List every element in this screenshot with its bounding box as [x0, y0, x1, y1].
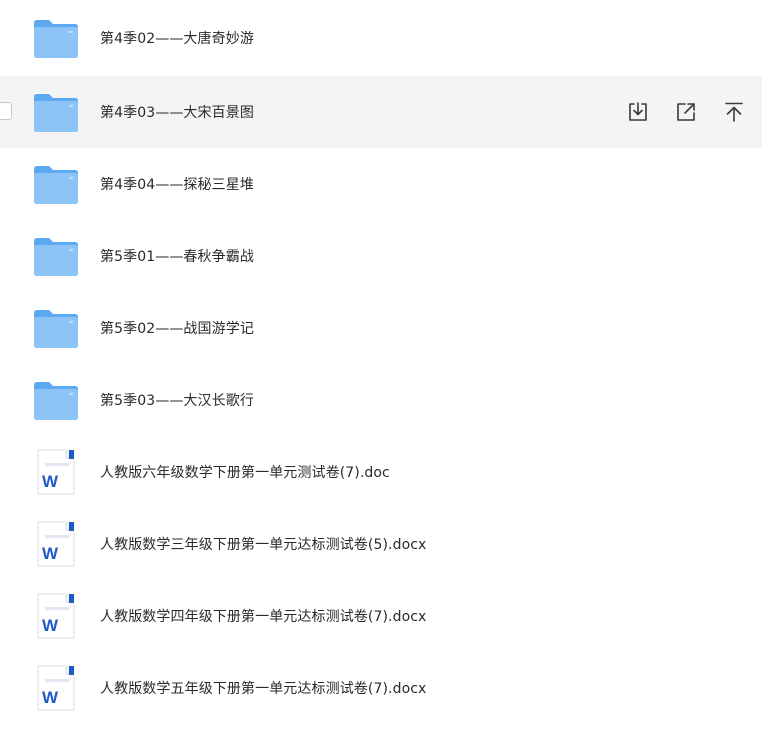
- file-name[interactable]: 第5季02——战国游学记: [100, 318, 254, 338]
- file-list: 第4季02——大唐奇妙游 第4季03——大宋百景图 第4季04——探秘三星堆 第…: [0, 1, 762, 738]
- file-name[interactable]: 第4季03——大宋百景图: [100, 102, 254, 122]
- file-row-word[interactable]: W 人教版六年级数学下册第一单元测试卷(7).doc: [0, 436, 762, 508]
- file-name[interactable]: 人教版六年级数学下册第一单元测试卷(7).doc: [100, 462, 390, 482]
- pin-top-icon[interactable]: [720, 98, 748, 126]
- file-name[interactable]: 第4季02——大唐奇妙游: [100, 28, 254, 48]
- file-name[interactable]: 人教版数学三年级下册第一单元达标测试卷(5).docx: [100, 534, 426, 554]
- folder-icon: [33, 16, 79, 60]
- row-actions: [624, 98, 748, 126]
- file-name[interactable]: 人教版数学五年级下册第一单元达标测试卷(7).docx: [100, 678, 426, 698]
- file-row-folder[interactable]: 第4季02——大唐奇妙游: [0, 1, 762, 76]
- svg-text:W: W: [42, 616, 59, 635]
- word-doc-icon: W: [33, 449, 79, 495]
- file-row-folder[interactable]: 第5季03——大汉长歌行: [0, 364, 762, 436]
- file-name[interactable]: 第4季04——探秘三星堆: [100, 174, 254, 194]
- word-doc-icon: W: [33, 665, 79, 711]
- download-icon[interactable]: [624, 98, 652, 126]
- word-doc-icon: W: [33, 521, 79, 567]
- folder-icon: [33, 378, 79, 422]
- file-row-word[interactable]: W 人教版数学四年级下册第一单元达标测试卷(7).docx: [0, 580, 762, 652]
- file-row-folder[interactable]: 第4季04——探秘三星堆: [0, 148, 762, 220]
- file-row-folder[interactable]: 第5季01——春秋争霸战: [0, 220, 762, 292]
- file-row-folder[interactable]: 第5季02——战国游学记: [0, 292, 762, 364]
- file-name[interactable]: 第5季01——春秋争霸战: [100, 246, 254, 266]
- folder-icon: [33, 234, 79, 278]
- share-icon[interactable]: [672, 98, 700, 126]
- file-row-word[interactable]: W 人教版数学三年级下册第一单元达标测试卷(5).docx: [0, 508, 762, 580]
- file-name[interactable]: 第5季03——大汉长歌行: [100, 390, 254, 410]
- svg-text:W: W: [42, 472, 59, 491]
- file-row-folder-hovered[interactable]: 第4季03——大宋百景图: [0, 76, 762, 148]
- folder-icon: [33, 162, 79, 206]
- svg-text:W: W: [42, 544, 59, 563]
- file-row-word[interactable]: W 人教版数学五年级下册第一单元达标测试卷(7).docx: [0, 652, 762, 724]
- file-name[interactable]: 人教版数学四年级下册第一单元达标测试卷(7).docx: [100, 606, 426, 626]
- word-doc-icon: W: [33, 593, 79, 639]
- svg-text:W: W: [42, 688, 59, 707]
- folder-icon: [33, 90, 79, 134]
- folder-icon: [33, 306, 79, 350]
- select-checkbox[interactable]: [0, 102, 12, 120]
